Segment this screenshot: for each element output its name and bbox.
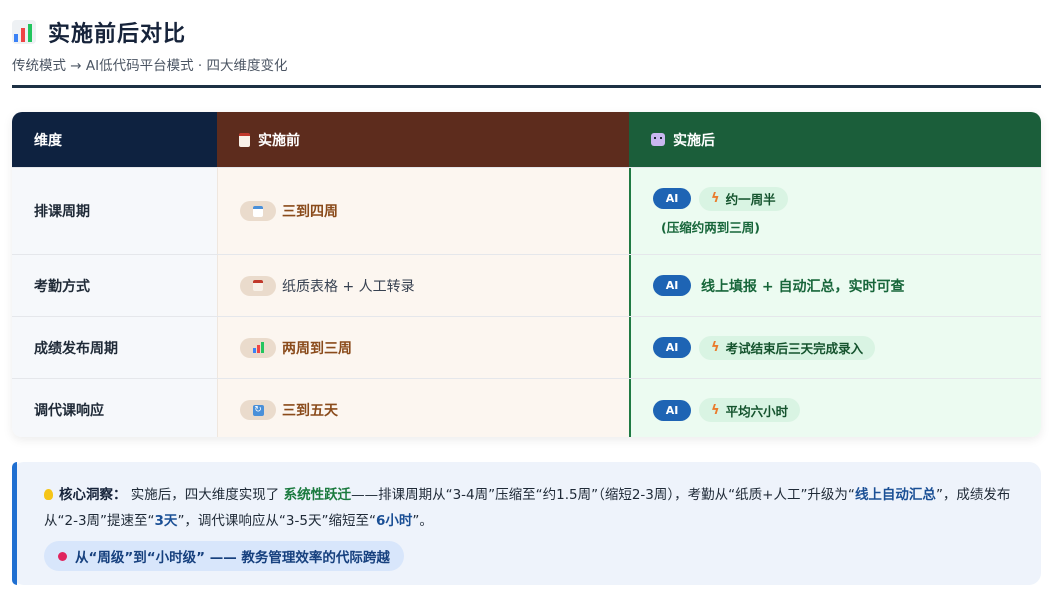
after-value: 考试结束后三天完成录入 — [725, 341, 864, 356]
insight-part: ——排课周期从“3-4周”压缩至“约1.5周”（缩短2-3周），考勤从“纸质+人… — [351, 487, 855, 503]
insight-label: 核心洞察： — [59, 487, 127, 503]
after-cell: AI ϟ 考试结束后三天完成录入 — [629, 317, 1041, 378]
clipboard-icon — [239, 132, 250, 147]
table-row: 调代课响应 ↻ 三到五天 AI ϟ 平均六小时 — [12, 378, 1041, 437]
before-cell: 三到四周 — [217, 168, 629, 254]
before-value: 纸质表格 + 人工转录 — [282, 278, 415, 295]
robot-icon — [651, 133, 665, 146]
ai-badge: AI — [653, 275, 691, 296]
lightbulb-icon — [44, 489, 53, 500]
row-dimension: 调代课响应 — [12, 379, 217, 437]
after-value: 线上填报 + 自动汇总，实时可查 — [701, 278, 905, 295]
ai-badge: AI — [653, 188, 691, 209]
insight-part: 实施后，四大维度实现了 — [130, 487, 284, 503]
lightning-icon: ϟ — [711, 191, 720, 206]
insight-highlight: 线上自动汇总 — [854, 487, 936, 503]
after-cell: AI ϟ 平均六小时 — [629, 379, 1041, 437]
after-chip: ϟ 约一周半 — [699, 186, 788, 211]
calendar-icon — [240, 201, 276, 221]
after-note: (压缩约两到三周) — [661, 219, 760, 235]
comparison-table: 维度 实施前 实施后 排课周期 三到四周 AI ϟ 约一周半 (压缩约两到三周) … — [12, 112, 1041, 437]
insight-part: ”，调代课响应从“3-5天”缩短至“ — [177, 513, 376, 529]
insight-highlight: 6小时 — [375, 513, 413, 529]
after-value: 平均六小时 — [725, 403, 789, 419]
page-subtitle: 传统模式 → AI低代码平台模式 · 四大维度变化 — [12, 58, 288, 74]
page-header: 实施前后对比 传统模式 → AI低代码平台模式 · 四大维度变化 — [12, 14, 1042, 74]
row-dimension: 成绩发布周期 — [12, 317, 217, 378]
table-row: 排课周期 三到四周 AI ϟ 约一周半 (压缩约两到三周) — [12, 167, 1041, 254]
after-chip: ϟ 考试结束后三天完成录入 — [699, 335, 876, 360]
insight-highlight: 系统性跃迁 — [283, 487, 352, 503]
bar-chart-icon — [240, 337, 276, 358]
clipboard-icon — [240, 275, 276, 296]
header-dimension: 维度 — [12, 112, 217, 167]
bar-chart-icon — [12, 20, 36, 44]
ai-badge: AI — [653, 399, 691, 421]
insight-highlight: 3天 — [154, 513, 178, 529]
header-divider — [12, 85, 1041, 88]
after-cell: AI ϟ 约一周半 (压缩约两到三周) — [629, 168, 1041, 254]
refresh-icon: ↻ — [240, 400, 276, 420]
after-value: 约一周半 — [725, 192, 776, 207]
insight-panel: 核心洞察： 实施后，四大维度实现了 系统性跃迁——排课周期从“3-4周”压缩至“… — [12, 462, 1041, 585]
lightning-icon: ϟ — [711, 340, 720, 355]
before-value: 两周到三周 — [282, 340, 352, 357]
insight-tagline: 从“周级”到“小时级” —— 教务管理效率的代际跨越 — [44, 541, 404, 571]
before-cell: 纸质表格 + 人工转录 — [217, 255, 629, 316]
header-after: 实施后 — [629, 112, 1041, 167]
before-value: 三到四周 — [282, 204, 338, 220]
after-chip: ϟ 平均六小时 — [699, 398, 801, 422]
row-dimension: 排课周期 — [12, 168, 217, 254]
insight-accent-bar — [12, 462, 17, 585]
table-row: 成绩发布周期 两周到三周 AI ϟ 考试结束后三天完成录入 — [12, 316, 1041, 378]
ai-badge: AI — [653, 337, 691, 358]
before-cell: ↻ 三到五天 — [217, 379, 629, 437]
before-cell: 两周到三周 — [217, 317, 629, 378]
page-title: 实施前后对比 — [48, 22, 187, 47]
tagline-text: 从“周级”到“小时级” —— 教务管理效率的代际跨越 — [75, 550, 390, 566]
header-before: 实施前 — [217, 112, 629, 167]
table-header: 维度 实施前 实施后 — [12, 112, 1041, 167]
row-dimension: 考勤方式 — [12, 255, 217, 316]
after-cell: AI 线上填报 + 自动汇总，实时可查 — [629, 255, 1041, 316]
insight-text: 核心洞察： 实施后，四大维度实现了 系统性跃迁——排课周期从“3-4周”压缩至“… — [44, 482, 1015, 534]
lightning-icon: ϟ — [711, 402, 720, 418]
before-value: 三到五天 — [282, 403, 338, 419]
table-row: 考勤方式 纸质表格 + 人工转录 AI 线上填报 + 自动汇总，实时可查 — [12, 254, 1041, 316]
insight-part: ”。 — [412, 513, 433, 529]
pin-icon — [58, 551, 67, 561]
